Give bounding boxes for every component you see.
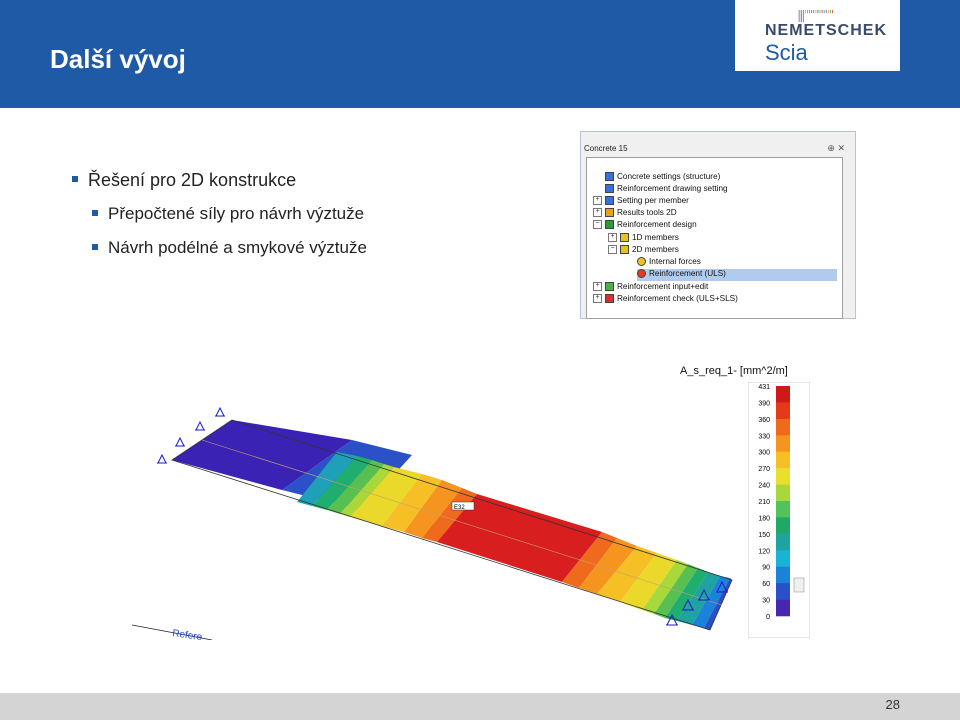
legend-tick-label: 240 bbox=[758, 483, 770, 490]
member-label: E32 bbox=[451, 501, 475, 511]
tree-item-1d-members[interactable]: 1D members bbox=[620, 233, 679, 245]
legend-band bbox=[776, 386, 790, 403]
legend-band bbox=[776, 435, 790, 453]
tree-item-reinforcement-check[interactable]: Reinforcement check (ULS+SLS) bbox=[605, 294, 738, 306]
logo-stripes-icon bbox=[798, 10, 833, 22]
legend-band bbox=[776, 484, 790, 502]
settings-icon bbox=[605, 196, 614, 206]
expand-icon[interactable]: + bbox=[593, 282, 602, 291]
legend-band bbox=[776, 517, 790, 535]
legend-band bbox=[776, 501, 790, 518]
logo-name: NEMETSCHEK bbox=[765, 22, 888, 39]
input-edit-icon bbox=[605, 282, 614, 292]
tree-item-internal-forces[interactable]: Internal forces bbox=[637, 257, 701, 269]
tree-item-label: Reinforcement input+edit bbox=[617, 282, 709, 291]
page-number: 28 bbox=[885, 697, 900, 712]
concrete-tree-panel: Concrete 15 ⊕ ✕ Concrete settings (struc… bbox=[580, 131, 856, 319]
legend-tick-label: 300 bbox=[758, 450, 770, 457]
bullet-sub-2: Návrh podélné a smykové výztuže bbox=[92, 238, 367, 258]
tree-item-results-tools[interactable]: Results tools 2D bbox=[605, 208, 677, 220]
legend-band bbox=[776, 451, 790, 469]
legend-band bbox=[776, 533, 790, 551]
legend-scrollbar-thumb[interactable] bbox=[793, 577, 805, 593]
tree-item-reinforcement-uls[interactable]: Reinforcement (ULS) bbox=[637, 269, 837, 281]
header-bar: Další vývoj NEMETSCHEK Scia bbox=[0, 0, 960, 108]
bullet-square-icon bbox=[92, 209, 98, 216]
legend-tick-label: 90 bbox=[762, 565, 770, 572]
legend-title: A_s_req_1- [mm^2/m] bbox=[680, 365, 788, 377]
tree-item-label: Internal forces bbox=[649, 257, 701, 266]
logo-sub: Scia bbox=[765, 40, 808, 65]
tree-view: Concrete settings (structure) Reinforcem… bbox=[586, 157, 843, 319]
tree-item-reinforcement-input[interactable]: Reinforcement input+edit bbox=[605, 282, 708, 294]
legend-band bbox=[776, 550, 790, 568]
panel-controls[interactable]: ⊕ ✕ bbox=[827, 143, 845, 154]
settings-icon bbox=[605, 184, 614, 194]
check-icon bbox=[605, 294, 614, 304]
legend-tick-label: 431 bbox=[758, 384, 770, 391]
panel-title: Concrete 15 bbox=[584, 144, 628, 153]
legend-tick-label: 0 bbox=[766, 614, 770, 621]
page-title: Další vývoj bbox=[50, 44, 186, 74]
tree-item-concrete-settings[interactable]: Concrete settings (structure) bbox=[605, 172, 720, 184]
company-logo: NEMETSCHEK Scia bbox=[735, 0, 900, 71]
legend-tick-label: 30 bbox=[762, 598, 770, 605]
bullet-sub-1-text: Přepočtené síly pro návrh výztuže bbox=[108, 204, 365, 223]
tools-icon bbox=[605, 208, 614, 218]
tree-item-label: Setting per member bbox=[617, 196, 689, 205]
legend-tick-label: 120 bbox=[758, 548, 770, 555]
design-icon bbox=[605, 220, 614, 230]
legend-tick-label: 180 bbox=[758, 515, 770, 522]
reinforcement-uls-icon bbox=[637, 269, 646, 279]
legend-band bbox=[776, 566, 790, 584]
legend-band bbox=[776, 583, 790, 600]
tree-item-label: Reinforcement design bbox=[617, 220, 697, 229]
bullet-square-icon bbox=[72, 176, 78, 183]
2d-member-icon bbox=[620, 245, 629, 255]
legend-tick-label: 150 bbox=[758, 532, 770, 539]
tree-item-label: Concrete settings (structure) bbox=[617, 172, 721, 181]
legend-tick-label: 360 bbox=[758, 417, 770, 424]
legend-band bbox=[776, 599, 790, 617]
legend-band bbox=[776, 468, 790, 485]
tree-item-label: Reinforcement check (ULS+SLS) bbox=[617, 294, 738, 303]
expand-icon[interactable]: + bbox=[593, 294, 602, 303]
tree-item-2d-members[interactable]: 2D members bbox=[620, 245, 679, 257]
tree-item-label: Results tools 2D bbox=[617, 208, 677, 217]
bullet-square-icon bbox=[92, 243, 98, 250]
1d-member-icon bbox=[620, 233, 629, 243]
color-legend: 4313903603303002702402101801501209060300 bbox=[748, 382, 810, 638]
bullet-sub-1: Přepočtené síly pro návrh výztuže bbox=[92, 204, 364, 224]
bullet-main: Řešení pro 2D konstrukce bbox=[72, 170, 296, 191]
legend-tick-label: 330 bbox=[758, 433, 770, 440]
legend-band bbox=[776, 402, 790, 420]
collapse-icon[interactable]: − bbox=[608, 245, 617, 254]
settings-icon bbox=[605, 172, 614, 182]
tree-item-label: 1D members bbox=[632, 233, 679, 242]
tree-item-label: 2D members bbox=[632, 245, 679, 254]
legend-tick-label: 270 bbox=[758, 466, 770, 473]
legend-band bbox=[776, 418, 790, 436]
expand-icon[interactable]: + bbox=[593, 196, 602, 205]
legend-tick-label: 210 bbox=[758, 499, 770, 506]
footer-bar: 28 bbox=[0, 693, 960, 720]
tree-item-reinforcement-design[interactable]: Reinforcement design bbox=[605, 220, 697, 232]
legend-tick-label: 390 bbox=[758, 400, 770, 407]
collapse-icon[interactable]: − bbox=[593, 220, 602, 229]
legend-tick-label: 60 bbox=[762, 581, 770, 588]
tree-item-setting-per-member[interactable]: Setting per member bbox=[605, 196, 689, 208]
expand-icon[interactable]: + bbox=[593, 208, 602, 217]
bullet-main-text: Řešení pro 2D konstrukce bbox=[88, 170, 297, 190]
tree-item-drawing-setting[interactable]: Reinforcement drawing setting bbox=[605, 184, 728, 196]
svg-text:E32: E32 bbox=[454, 505, 465, 511]
bullet-sub-2-text: Návrh podélné a smykové výztuže bbox=[108, 238, 367, 257]
tree-item-label: Reinforcement (ULS) bbox=[649, 269, 726, 278]
tree-item-label: Reinforcement drawing setting bbox=[617, 184, 728, 193]
internal-forces-icon bbox=[637, 257, 646, 267]
fem-model-view[interactable]: E32 Refere bbox=[132, 360, 810, 640]
expand-icon[interactable]: + bbox=[608, 233, 617, 242]
